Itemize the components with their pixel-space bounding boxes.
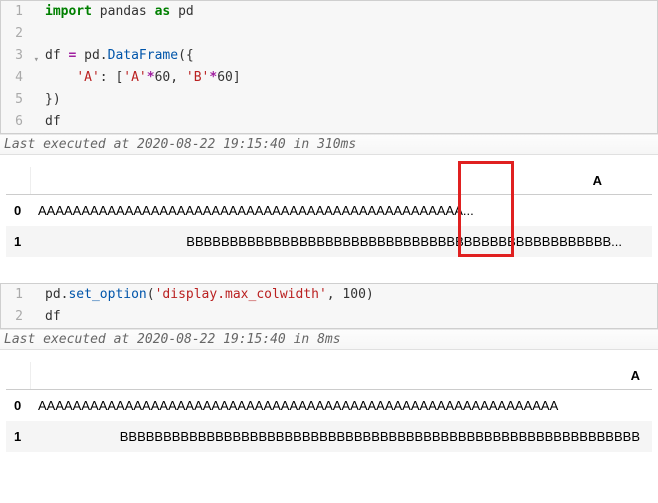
index-header (6, 362, 30, 390)
output-cell-2: A 0 AAAAAAAAAAAAAAAAAAAAAAAAAAAAAAAAAAAA… (0, 350, 658, 460)
code-line[interactable]: pd.set_option('display.max_colwidth', 10… (31, 284, 657, 306)
output-cell-1: A 0 AAAAAAAAAAAAAAAAAAAAAAAAAAAAAAAAAAAA… (0, 155, 658, 265)
table-row: 1 BBBBBBBBBBBBBBBBBBBBBBBBBBBBBBBBBBBBBB… (6, 226, 652, 257)
cell-value: AAAAAAAAAAAAAAAAAAAAAAAAAAAAAAAAAAAAAAAA… (30, 390, 652, 422)
row-index: 1 (6, 421, 30, 452)
line-number: 1 (1, 284, 31, 306)
code-line[interactable]: df (31, 306, 657, 328)
code-line[interactable]: 'A': ['A'*60, 'B'*60] (31, 67, 657, 89)
code-line[interactable]: df (31, 111, 657, 133)
cell-value: AAAAAAAAAAAAAAAAAAAAAAAAAAAAAAAAAAAAAAAA… (30, 195, 652, 227)
column-header-A: A (30, 362, 652, 390)
line-number: 4 (1, 67, 31, 89)
line-number: 1 (1, 1, 31, 23)
table-row: 0 AAAAAAAAAAAAAAAAAAAAAAAAAAAAAAAAAAAAAA… (6, 195, 652, 227)
row-index: 0 (6, 195, 30, 227)
line-number: 5 (1, 89, 31, 111)
fold-icon[interactable]: ▾ (34, 49, 39, 71)
code-line[interactable]: }) (31, 89, 657, 111)
line-number: 3▾ (1, 45, 31, 67)
code-cell-1[interactable]: 1 import pandas as pd 2 3▾ df = pd.DataF… (0, 0, 658, 134)
row-index: 0 (6, 390, 30, 422)
dataframe-table: A 0 AAAAAAAAAAAAAAAAAAAAAAAAAAAAAAAAAAAA… (6, 362, 652, 452)
line-number: 2 (1, 306, 31, 328)
code-line[interactable]: df = pd.DataFrame({ (31, 45, 657, 67)
cell-value: BBBBBBBBBBBBBBBBBBBBBBBBBBBBBBBBBBBBBBBB… (30, 226, 652, 257)
execution-status: Last executed at 2020-08-22 19:15:40 in … (0, 134, 658, 155)
code-cell-2[interactable]: 1 pd.set_option('display.max_colwidth', … (0, 283, 658, 329)
row-index: 1 (6, 226, 30, 257)
column-header-A: A (30, 167, 652, 195)
dataframe-table: A 0 AAAAAAAAAAAAAAAAAAAAAAAAAAAAAAAAAAAA… (6, 167, 652, 257)
line-number: 6 (1, 111, 31, 133)
table-row: 0 AAAAAAAAAAAAAAAAAAAAAAAAAAAAAAAAAAAAAA… (6, 390, 652, 422)
line-number: 2 (1, 23, 31, 45)
code-line[interactable]: import pandas as pd (31, 1, 657, 23)
table-row: 1 BBBBBBBBBBBBBBBBBBBBBBBBBBBBBBBBBBBBBB… (6, 421, 652, 452)
execution-status: Last executed at 2020-08-22 19:15:40 in … (0, 329, 658, 350)
cell-value: BBBBBBBBBBBBBBBBBBBBBBBBBBBBBBBBBBBBBBBB… (30, 421, 652, 452)
index-header (6, 167, 30, 195)
code-line[interactable] (31, 23, 657, 45)
